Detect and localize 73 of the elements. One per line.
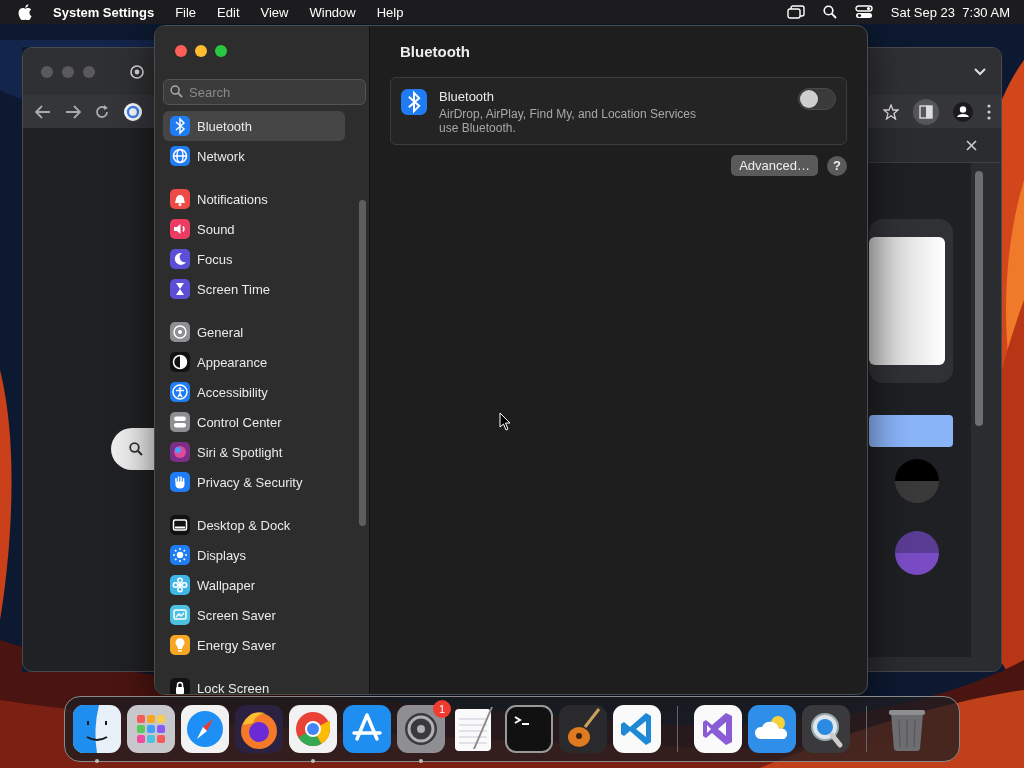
- sidebar-item[interactable]: Accessibility: [197, 384, 268, 400]
- sidebar-item[interactable]: Sound: [197, 221, 235, 237]
- setting-title: Bluetooth: [439, 89, 495, 104]
- minimize-button[interactable]: [195, 45, 207, 57]
- menu-item[interactable]: Edit: [217, 4, 240, 20]
- magnifier-q-icon[interactable]: [802, 705, 850, 753]
- side-panel-icon[interactable]: [913, 98, 939, 125]
- gear-icon[interactable]: [397, 705, 445, 753]
- reload-icon[interactable]: [95, 104, 109, 119]
- chevron-down-icon[interactable]: [973, 66, 987, 77]
- notification-badge: 1: [433, 700, 451, 718]
- menu-item[interactable]: View: [260, 4, 289, 20]
- zoom-button[interactable]: [215, 45, 227, 57]
- forward-icon[interactable]: [65, 104, 81, 119]
- color-swatch[interactable]: [895, 459, 939, 503]
- app-store-icon[interactable]: [343, 705, 391, 753]
- more-icon[interactable]: [987, 103, 991, 120]
- app-grid-icon[interactable]: [127, 705, 175, 753]
- sidebar-item[interactable]: Privacy & Security: [197, 474, 303, 490]
- windows-icon[interactable]: [786, 5, 805, 19]
- clock[interactable]: Sat Sep 23 7:30 AM: [890, 4, 1010, 20]
- color-swatch[interactable]: [895, 531, 939, 575]
- browser-tab-icon[interactable]: [130, 64, 144, 79]
- sidebar-item[interactable]: Energy Saver: [197, 637, 276, 653]
- sidebar-item[interactable]: Control Center: [197, 414, 282, 430]
- terminal-icon[interactable]: [505, 705, 553, 753]
- profile-icon[interactable]: [953, 101, 973, 122]
- page-title: Bluetooth: [399, 42, 471, 62]
- advanced-button[interactable]: Advanced…: [731, 155, 818, 176]
- sidebar-item[interactable]: Wallpaper: [197, 577, 256, 593]
- cloud-sun-icon[interactable]: [748, 705, 796, 753]
- sidebar-item[interactable]: Network: [197, 148, 245, 164]
- sidebar-item[interactable]: Siri & Spotlight: [197, 444, 283, 460]
- search-icon: [129, 442, 143, 456]
- setting-description: AirDrop, AirPlay, Find My, and Location Services use Bluetooth.: [439, 107, 697, 135]
- search-field[interactable]: Search: [163, 79, 366, 105]
- finder-icon[interactable]: [73, 705, 121, 753]
- toggle-switch[interactable]: [798, 88, 836, 110]
- control-center-icon[interactable]: [854, 5, 873, 19]
- apple-logo-icon[interactable]: [18, 4, 32, 20]
- guitar-icon[interactable]: [559, 705, 607, 753]
- scrollbar[interactable]: [359, 200, 366, 526]
- sidebar-item[interactable]: Bluetooth: [163, 111, 345, 141]
- sidebar-item[interactable]: Focus: [197, 251, 233, 267]
- back-icon[interactable]: [35, 104, 51, 119]
- sidebar-item[interactable]: Screen Saver: [197, 607, 276, 623]
- site-icon: [123, 101, 143, 122]
- sidebar-item[interactable]: Screen Time: [197, 281, 270, 297]
- compass-icon[interactable]: [181, 705, 229, 753]
- code-editor-icon[interactable]: [613, 705, 661, 753]
- help-button[interactable]: ?: [827, 155, 847, 176]
- infinity-icon[interactable]: [694, 705, 742, 753]
- menu-item[interactable]: Window: [309, 4, 356, 20]
- close-button[interactable]: [175, 45, 187, 57]
- search-icon: [170, 85, 183, 98]
- close-icon[interactable]: [966, 139, 977, 151]
- sidebar-item[interactable]: Displays: [197, 547, 247, 563]
- sidebar-item[interactable]: Notifications: [197, 191, 268, 207]
- menu-item[interactable]: File: [175, 4, 197, 20]
- star-icon[interactable]: [883, 103, 899, 120]
- cursor-icon: [499, 412, 511, 431]
- menu-item[interactable]: Help: [376, 4, 404, 20]
- bluetooth-icon: [401, 89, 427, 115]
- sidebar-item[interactable]: Appearance: [197, 354, 268, 370]
- browser-logo-icon[interactable]: [289, 705, 337, 753]
- sidebar-item[interactable]: Desktop & Dock: [197, 517, 291, 533]
- search-icon[interactable]: [822, 5, 837, 19]
- fox-globe-icon[interactable]: [235, 705, 283, 753]
- item-label: Bluetooth: [197, 118, 252, 134]
- scrollbar[interactable]: [975, 171, 983, 426]
- app-menu[interactable]: System Settings: [53, 4, 155, 20]
- sidebar-item[interactable]: Lock Screen: [197, 680, 270, 694]
- sidebar-item[interactable]: General: [197, 324, 244, 340]
